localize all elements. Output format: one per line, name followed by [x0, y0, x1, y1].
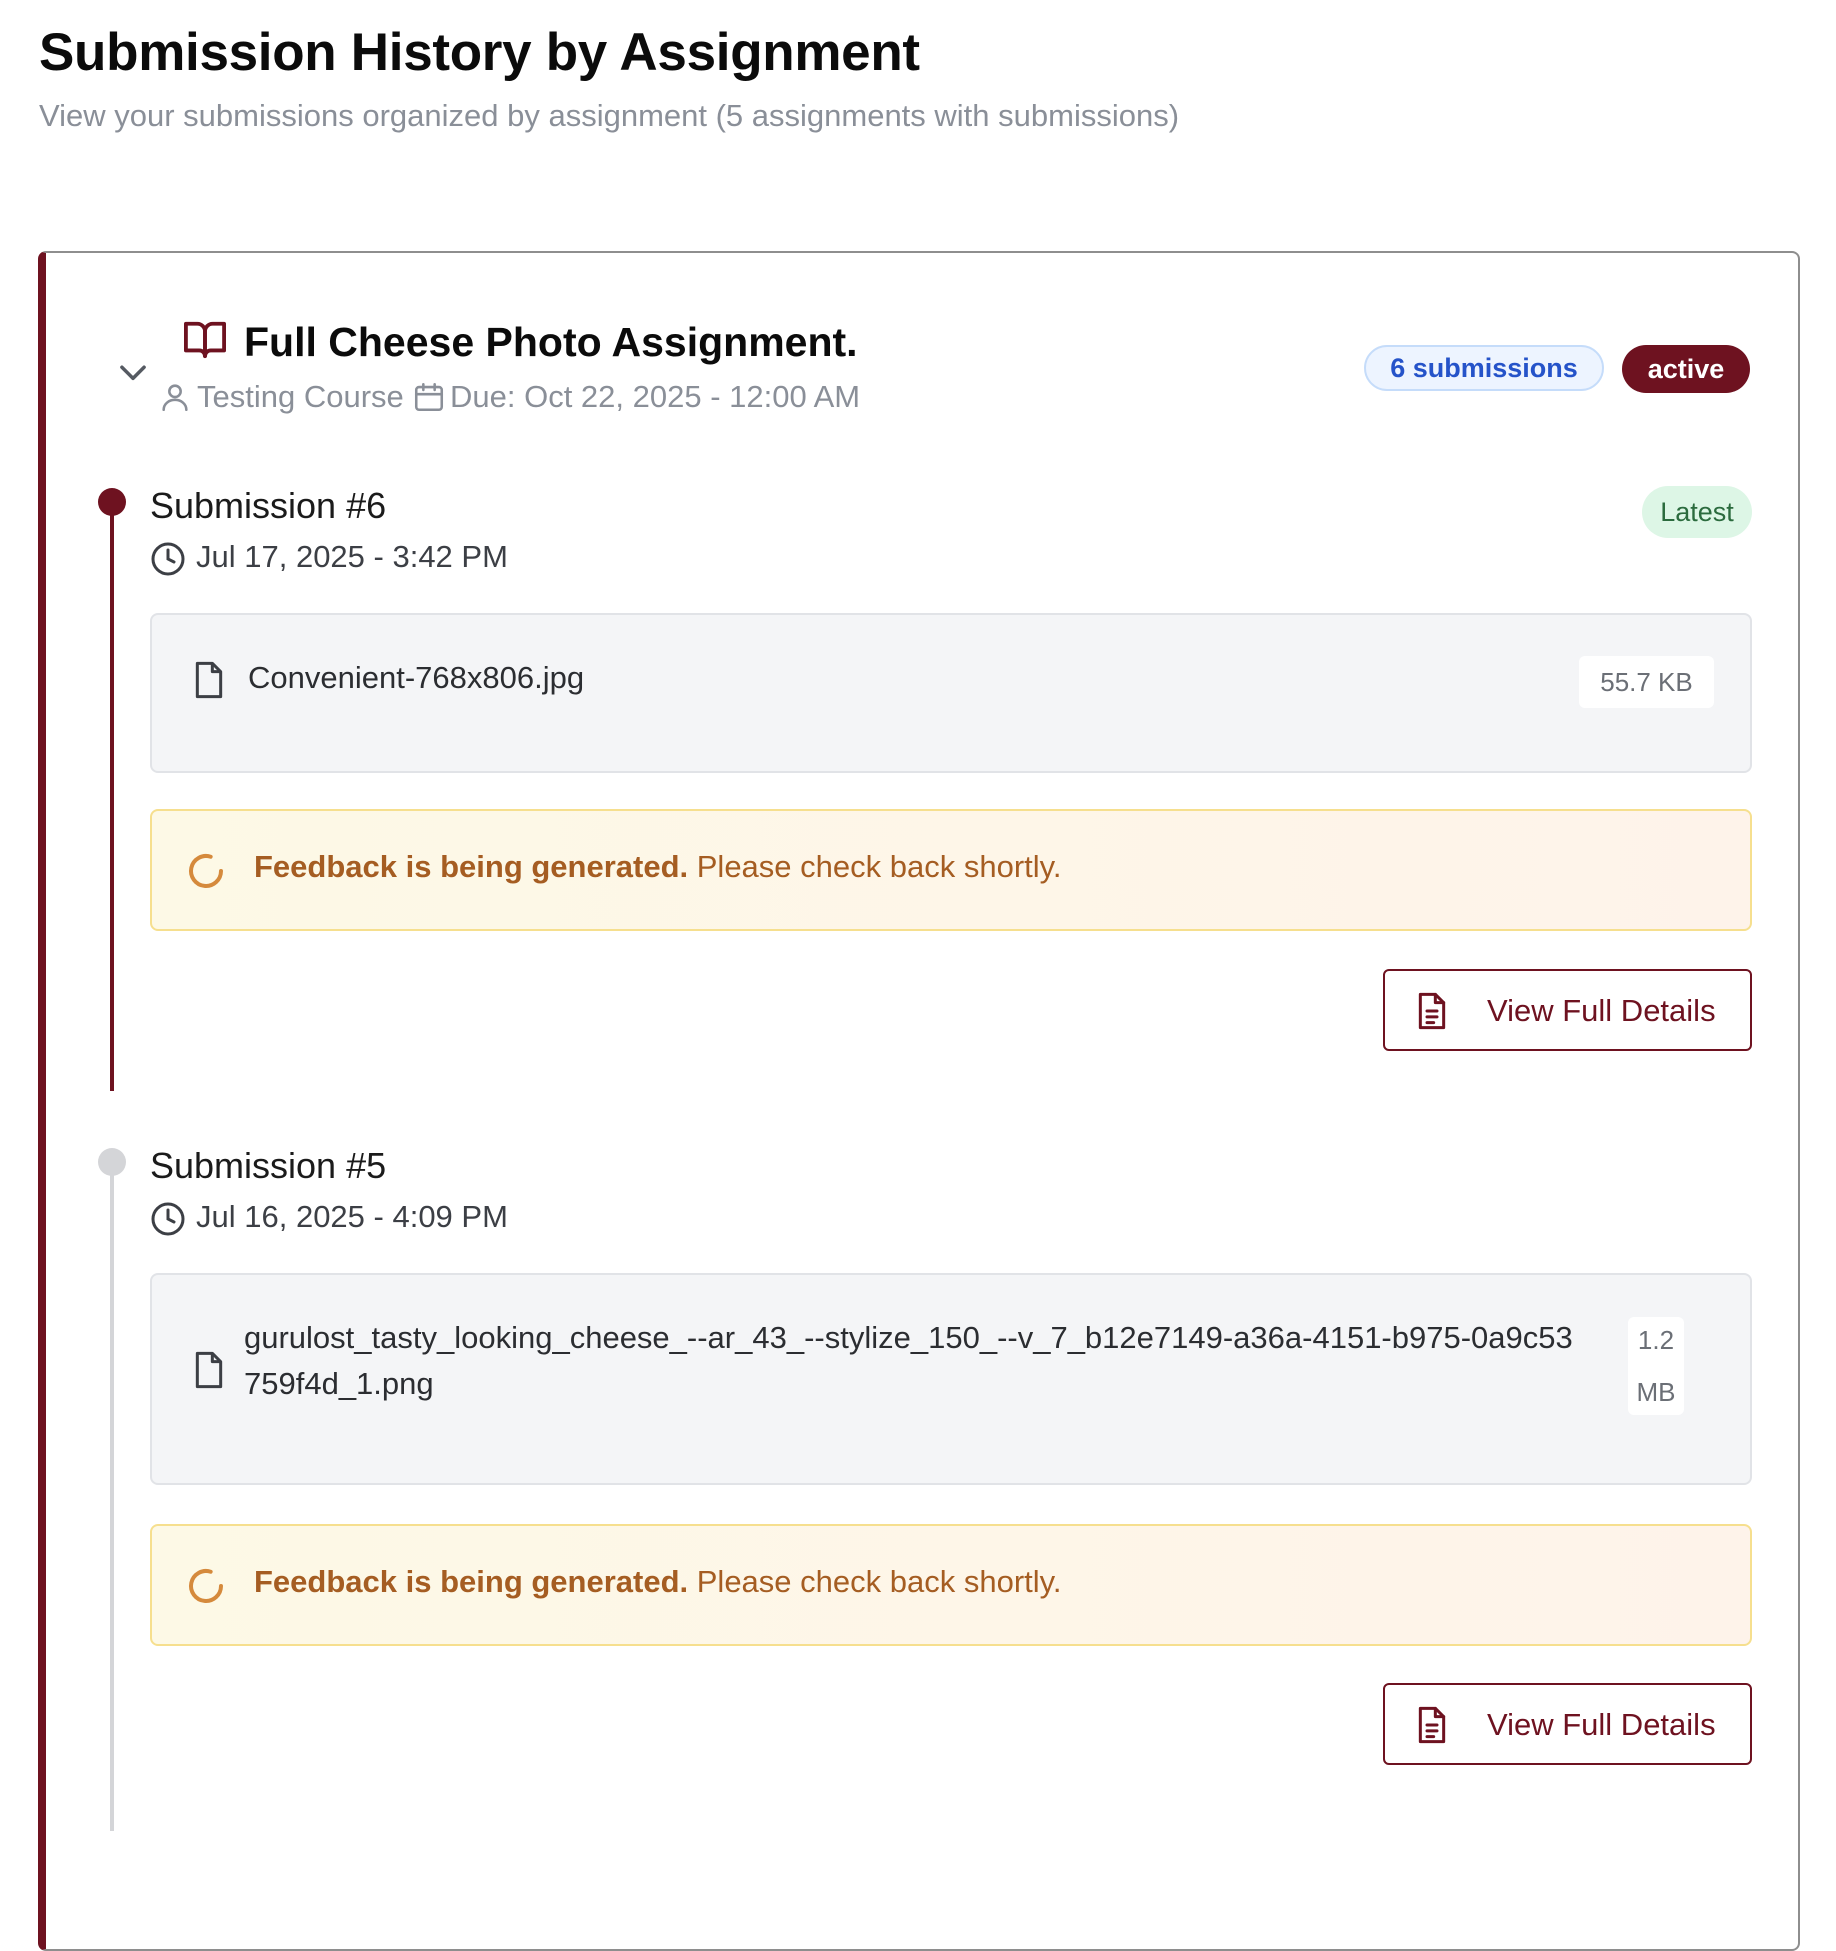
view-full-details-button[interactable]: View Full Details	[1383, 969, 1752, 1051]
assignment-card: Full Cheese Photo Assignment. Testing Co…	[38, 251, 1800, 1951]
chevron-down-icon[interactable]	[114, 353, 152, 391]
due-date: Due: Oct 22, 2025 - 12:00 AM	[450, 379, 861, 414]
file-icon	[195, 661, 223, 699]
feedback-message-bold: Feedback is being generated.	[254, 849, 689, 884]
timeline-dot-active	[98, 488, 126, 516]
file-name[interactable]: gurulost_tasty_looking_cheese_--ar_43_--…	[244, 1315, 1574, 1407]
document-icon	[1418, 992, 1446, 1030]
feedback-message-bold: Feedback is being generated.	[254, 1564, 689, 1599]
feedback-message-rest: Please check back shortly.	[688, 849, 1062, 884]
submission-title: Submission #5	[150, 1145, 387, 1186]
timeline-line-inactive	[110, 1163, 114, 1831]
feedback-status-banner: Feedback is being generated. Please chec…	[150, 1524, 1752, 1646]
timeline-dot-inactive	[98, 1148, 126, 1176]
feedback-message-rest: Please check back shortly.	[688, 1564, 1062, 1599]
attachment-box: gurulost_tasty_looking_cheese_--ar_43_--…	[150, 1273, 1752, 1485]
spinner-icon	[189, 854, 223, 888]
user-icon	[162, 384, 188, 412]
feedback-status-banner: Feedback is being generated. Please chec…	[150, 809, 1752, 931]
file-name[interactable]: Convenient-768x806.jpg	[248, 655, 584, 701]
file-icon	[195, 1351, 223, 1389]
latest-badge: Latest	[1642, 486, 1752, 538]
book-open-icon	[184, 321, 226, 359]
feedback-message: Feedback is being generated. Please chec…	[254, 849, 1061, 885]
view-full-details-button[interactable]: View Full Details	[1383, 1683, 1752, 1765]
view-full-details-label: View Full Details	[1487, 993, 1716, 1028]
submission-date: Jul 17, 2025 - 3:42 PM	[196, 539, 508, 574]
submission-date: Jul 16, 2025 - 4:09 PM	[196, 1199, 508, 1234]
file-size: 1.2 MB	[1628, 1317, 1684, 1415]
timeline-line-active	[110, 503, 114, 1091]
status-badge: active	[1622, 345, 1750, 393]
submission-title: Submission #6	[150, 485, 387, 526]
view-full-details-label: View Full Details	[1487, 1707, 1716, 1742]
page-title: Submission History by Assignment	[39, 23, 920, 82]
page: Submission History by Assignment View yo…	[0, 0, 1836, 1951]
submissions-count-badge: 6 submissions	[1364, 345, 1604, 391]
course-name: Testing Course	[197, 379, 404, 414]
spinner-icon	[189, 1569, 223, 1603]
feedback-message: Feedback is being generated. Please chec…	[254, 1564, 1061, 1600]
page-subtitle: View your submissions organized by assig…	[39, 98, 1180, 133]
clock-icon	[151, 542, 185, 576]
calendar-icon	[414, 382, 444, 412]
file-size: 55.7 KB	[1579, 656, 1714, 708]
clock-icon	[151, 1202, 185, 1236]
document-icon	[1418, 1706, 1446, 1744]
assignment-title[interactable]: Full Cheese Photo Assignment.	[244, 319, 858, 366]
attachment-box: Convenient-768x806.jpg 55.7 KB	[150, 613, 1752, 773]
